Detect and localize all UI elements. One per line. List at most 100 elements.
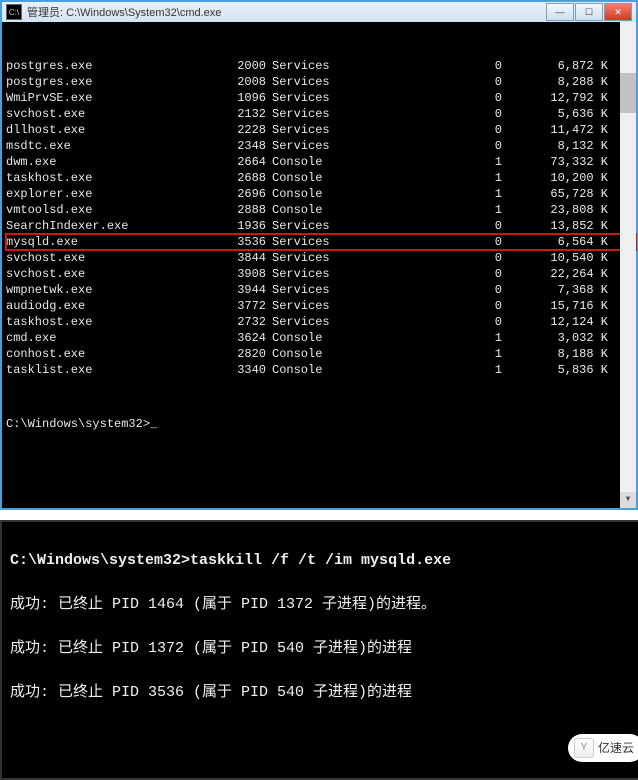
- proc-session: Services: [266, 282, 362, 298]
- proc-session: Services: [266, 234, 362, 250]
- maximize-button[interactable]: [575, 3, 603, 21]
- proc-memory: 6,872 K: [502, 58, 618, 74]
- process-row: conhost.exe2820Console18,188 K: [6, 346, 636, 362]
- proc-session-num: 0: [362, 74, 502, 90]
- proc-session-num: 1: [362, 202, 502, 218]
- command-line: C:\Windows\system32>taskkill /f /t /im m…: [10, 550, 638, 572]
- proc-session-num: 0: [362, 314, 502, 330]
- proc-memory: 6,564 K: [502, 234, 618, 250]
- process-row: dllhost.exe2228Services011,472 K: [6, 122, 636, 138]
- proc-pid: 2000: [221, 58, 266, 74]
- process-row: wmpnetwk.exe3944Services07,368 K: [6, 282, 636, 298]
- proc-memory: 12,124 K: [502, 314, 618, 330]
- proc-pid: 2228: [221, 122, 266, 138]
- process-row: SearchIndexer.exe1936Services013,852 K: [6, 218, 636, 234]
- scroll-down-icon[interactable]: ▼: [620, 492, 636, 508]
- proc-pid: 3340: [221, 362, 266, 378]
- process-row: taskhost.exe2688Console110,200 K: [6, 170, 636, 186]
- proc-name: mysqld.exe: [6, 234, 221, 250]
- proc-name: conhost.exe: [6, 346, 221, 362]
- proc-session-num: 0: [362, 122, 502, 138]
- proc-name: wmpnetwk.exe: [6, 282, 221, 298]
- process-row: svchost.exe3908Services022,264 K: [6, 266, 636, 282]
- proc-name: postgres.exe: [6, 74, 221, 90]
- proc-name: audiodg.exe: [6, 298, 221, 314]
- proc-session-num: 0: [362, 90, 502, 106]
- proc-session: Services: [266, 250, 362, 266]
- proc-pid: 2696: [221, 186, 266, 202]
- proc-pid: 3536: [221, 234, 266, 250]
- process-row: svchost.exe2132Services05,636 K: [6, 106, 636, 122]
- proc-session: Services: [266, 90, 362, 106]
- watermark-badge: Y 亿速云: [568, 734, 638, 762]
- process-row: explorer.exe2696Console165,728 K: [6, 186, 636, 202]
- cmd-icon: C:\: [6, 4, 22, 20]
- close-button[interactable]: [604, 3, 632, 21]
- proc-session: Services: [266, 314, 362, 330]
- proc-pid: 2732: [221, 314, 266, 330]
- proc-session-num: 1: [362, 170, 502, 186]
- proc-session-num: 0: [362, 138, 502, 154]
- proc-name: explorer.exe: [6, 186, 221, 202]
- proc-name: postgres.exe: [6, 58, 221, 74]
- proc-memory: 65,728 K: [502, 186, 618, 202]
- proc-memory: 10,540 K: [502, 250, 618, 266]
- proc-memory: 5,836 K: [502, 362, 618, 378]
- logo-icon: Y: [574, 738, 594, 758]
- window-title: 管理员: C:\Windows\System32\cmd.exe: [27, 4, 545, 20]
- proc-name: msdtc.exe: [6, 138, 221, 154]
- proc-session: Services: [266, 122, 362, 138]
- proc-memory: 22,264 K: [502, 266, 618, 282]
- cmd-window-bottom: C:\Windows\system32>taskkill /f /t /im m…: [0, 520, 638, 780]
- proc-memory: 3,032 K: [502, 330, 618, 346]
- proc-memory: 11,472 K: [502, 122, 618, 138]
- command-text: taskkill /f /t /im mysqld.exe: [190, 552, 451, 569]
- proc-session-num: 0: [362, 282, 502, 298]
- proc-pid: 2008: [221, 74, 266, 90]
- proc-session-num: 0: [362, 266, 502, 282]
- proc-session: Console: [266, 170, 362, 186]
- process-row: svchost.exe3844Services010,540 K: [6, 250, 636, 266]
- scroll-track[interactable]: [620, 38, 636, 492]
- scrollbar[interactable]: ▲ ▼: [620, 22, 636, 508]
- proc-name: svchost.exe: [6, 250, 221, 266]
- scroll-thumb[interactable]: [620, 73, 636, 113]
- proc-memory: 12,792 K: [502, 90, 618, 106]
- proc-memory: 10,200 K: [502, 170, 618, 186]
- process-row: cmd.exe3624Console13,032 K: [6, 330, 636, 346]
- console-output[interactable]: postgres.exe2000Services06,872 Kpostgres…: [2, 22, 636, 508]
- proc-session: Services: [266, 298, 362, 314]
- proc-session: Console: [266, 202, 362, 218]
- proc-session-num: 0: [362, 298, 502, 314]
- proc-name: svchost.exe: [6, 106, 221, 122]
- proc-session: Console: [266, 154, 362, 170]
- logo-text: 亿速云: [598, 737, 634, 759]
- proc-pid: 2664: [221, 154, 266, 170]
- proc-name: cmd.exe: [6, 330, 221, 346]
- proc-pid: 3944: [221, 282, 266, 298]
- proc-pid: 2820: [221, 346, 266, 362]
- process-row: audiodg.exe3772Services015,716 K: [6, 298, 636, 314]
- minimize-button[interactable]: [546, 3, 574, 21]
- proc-session: Console: [266, 186, 362, 202]
- proc-session-num: 0: [362, 106, 502, 122]
- proc-memory: 73,332 K: [502, 154, 618, 170]
- proc-session-num: 1: [362, 154, 502, 170]
- proc-session-num: 0: [362, 234, 502, 250]
- proc-name: dllhost.exe: [6, 122, 221, 138]
- proc-memory: 15,716 K: [502, 298, 618, 314]
- proc-session-num: 1: [362, 330, 502, 346]
- process-row: postgres.exe2008Services08,288 K: [6, 74, 636, 90]
- proc-name: taskhost.exe: [6, 170, 221, 186]
- titlebar[interactable]: C:\ 管理员: C:\Windows\System32\cmd.exe: [2, 2, 636, 22]
- proc-name: SearchIndexer.exe: [6, 218, 221, 234]
- proc-name: WmiPrvSE.exe: [6, 90, 221, 106]
- proc-pid: 3844: [221, 250, 266, 266]
- cmd-window-top: C:\ 管理员: C:\Windows\System32\cmd.exe pos…: [0, 0, 638, 510]
- process-row: msdtc.exe2348Services08,132 K: [6, 138, 636, 154]
- prompt-line: C:\Windows\system32>_: [6, 410, 636, 432]
- process-row: WmiPrvSE.exe1096Services012,792 K: [6, 90, 636, 106]
- proc-pid: 2132: [221, 106, 266, 122]
- proc-session-num: 0: [362, 218, 502, 234]
- proc-session: Services: [266, 218, 362, 234]
